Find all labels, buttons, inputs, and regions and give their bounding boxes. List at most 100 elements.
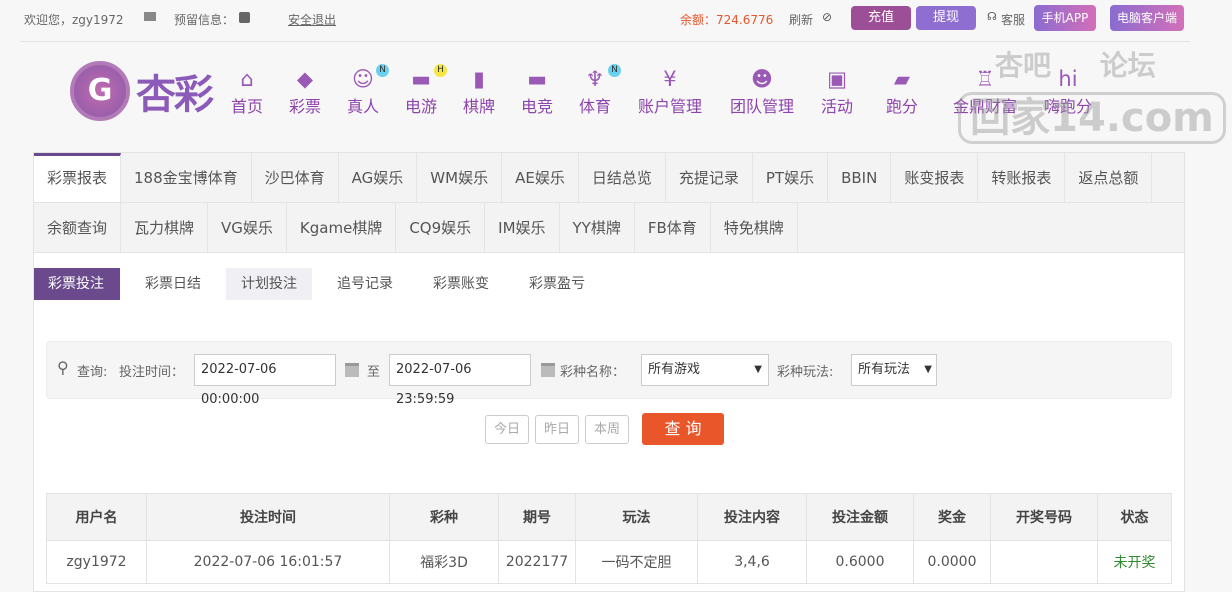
column-header: 状态	[1097, 493, 1172, 541]
nav-item-2[interactable]: ☺ N 真人	[346, 64, 390, 117]
report-tab[interactable]: PT娱乐	[753, 153, 829, 202]
sub-tab[interactable]: 彩票投注	[34, 268, 120, 300]
column-header: 投注金额	[806, 493, 914, 541]
welcome-text: 欢迎您，zgy1972	[24, 13, 124, 27]
pc-client-button[interactable]: 电脑客户端	[1110, 5, 1184, 31]
table-cell: 一码不定胆	[575, 540, 698, 584]
report-tab[interactable]: YY棋牌	[560, 203, 635, 252]
column-header: 彩种	[389, 493, 499, 541]
divider	[20, 41, 1190, 42]
report-tab[interactable]: AG娱乐	[339, 153, 418, 202]
report-tab[interactable]: WM娱乐	[417, 153, 503, 202]
report-tab[interactable]: CQ9娱乐	[396, 203, 486, 252]
report-tab[interactable]: 账变报表	[891, 153, 979, 202]
report-tab[interactable]: Kgame棋牌	[287, 203, 397, 252]
column-header: 投注时间	[146, 493, 390, 541]
nav-item-6[interactable]: ♆ N 体育	[578, 64, 622, 117]
badge-n: N	[376, 64, 390, 77]
gamepad-icon: ▬ H	[405, 64, 448, 92]
chevron-down-icon: ▼	[754, 364, 762, 375]
trophy-icon: ♆ N	[579, 64, 622, 92]
nav-item-0[interactable]: ⌂ 首页	[231, 66, 263, 117]
nav-item-10[interactable]: ▰ 跑分	[886, 66, 918, 117]
nav-label: 体育	[578, 97, 612, 116]
calendar-icon[interactable]	[345, 363, 359, 377]
report-tab[interactable]: VG娱乐	[208, 203, 287, 252]
today-button[interactable]: 今日	[485, 415, 529, 444]
report-tab[interactable]: AE娱乐	[502, 153, 579, 202]
nav-label: 真人	[346, 97, 380, 116]
report-tab[interactable]: 沙巴体育	[252, 153, 339, 202]
logo-emblem[interactable]: G	[70, 61, 130, 121]
report-tab[interactable]: 返点总额	[1065, 153, 1153, 202]
chevron-down-icon: ▼	[924, 364, 932, 375]
report-tab[interactable]: 余额查询	[34, 203, 122, 252]
report-tab[interactable]: 瓦力棋牌	[121, 203, 209, 252]
table-cell	[990, 540, 1098, 584]
logo-text: 杏彩	[136, 72, 214, 118]
nav-label: 团队管理	[729, 97, 795, 116]
yen-coin-icon: ¥	[663, 67, 677, 91]
withdraw-button[interactable]: 提现	[916, 6, 976, 30]
report-tabs-row2: 余额查询 瓦力棋牌 VG娱乐 Kgame棋牌 CQ9娱乐 IM娱乐 YY棋牌 FB体育 特免棋牌	[34, 203, 1184, 253]
sub-tab[interactable]: 计划投注	[226, 268, 312, 300]
nav-item-7[interactable]: ¥ 账户管理	[638, 66, 702, 117]
search-button[interactable]: 查 询	[642, 413, 724, 445]
report-tab[interactable]: IM娱乐	[485, 203, 560, 252]
this-week-button[interactable]: 本周	[585, 415, 629, 444]
report-tab[interactable]: 彩票报表	[34, 153, 122, 202]
ticket-icon: ◆	[296, 67, 314, 91]
recharge-button[interactable]: 充值	[851, 6, 911, 30]
report-tab[interactable]: FB体育	[635, 203, 711, 252]
nav-item-8[interactable]: ☻ 团队管理	[730, 66, 794, 117]
logout-link[interactable]: 安全退出	[288, 11, 336, 28]
column-header: 用户名	[46, 493, 147, 541]
report-tab[interactable]: 188金宝博体育	[121, 153, 252, 202]
mail-icon[interactable]	[144, 12, 156, 21]
sub-tab[interactable]: 追号记录	[322, 268, 408, 300]
home-icon: ⌂	[240, 67, 254, 91]
report-tab[interactable]: 特免棋牌	[711, 203, 798, 252]
yesterday-button[interactable]: 昨日	[535, 415, 579, 444]
query-label: 查询:	[77, 365, 108, 380]
nav-label: 账户管理	[637, 97, 703, 116]
nav-label: 棋牌	[462, 97, 496, 116]
time-label: 投注时间：	[119, 365, 185, 380]
hide-balance-icon[interactable]: ⊘	[822, 10, 832, 24]
end-time-input[interactable]: 2022-07-06 23:59:59	[389, 354, 531, 407]
game-select-value: 所有游戏	[648, 362, 701, 377]
report-tab[interactable]: BBIN	[828, 153, 892, 202]
nav-label: 跑分	[885, 97, 919, 116]
sub-tab[interactable]: 彩票日结	[130, 268, 216, 300]
to-label: 至	[367, 365, 381, 380]
bets-table: 用户名 投注时间 彩种 期号 玩法 投注内容 投注金额 奖金 开奖号码 状态 zgy1972 202…	[46, 493, 1172, 584]
sub-tab[interactable]: 彩票账变	[418, 268, 504, 300]
nav-item-5[interactable]: ▬ 电竞	[521, 66, 553, 117]
column-header: 开奖号码	[990, 493, 1098, 541]
nav-label: 活动	[820, 97, 854, 116]
service-link[interactable]: 客服	[1001, 11, 1025, 28]
column-header: 奖金	[913, 493, 991, 541]
mobile-app-button[interactable]: 手机APP	[1034, 5, 1096, 31]
nav-item-3[interactable]: ▬ H 电游	[404, 64, 448, 117]
play-select[interactable]: 所有玩法 ▼	[851, 354, 937, 386]
start-time-input[interactable]: 2022-07-06 00:00:00	[194, 354, 336, 407]
calendar-icon[interactable]	[541, 363, 555, 377]
headset-icon: ☊	[987, 10, 997, 23]
game-select[interactable]: 所有游戏 ▼	[641, 354, 769, 386]
nav-label: 电游	[404, 97, 438, 116]
edit-icon[interactable]	[239, 12, 250, 23]
nav-item-9[interactable]: ▣ 活动	[821, 66, 853, 117]
team-icon: ☻	[751, 67, 773, 91]
report-tab[interactable]: 日结总览	[579, 153, 666, 202]
report-tab[interactable]: 转账报表	[978, 153, 1066, 202]
sub-tab[interactable]: 彩票盈亏	[514, 268, 600, 300]
nav-item-1[interactable]: ◆ 彩票	[289, 66, 321, 117]
watermark-badge: 回家14.com	[958, 92, 1226, 144]
nav-item-4[interactable]: ▮ 棋牌	[463, 66, 495, 117]
balance-text: 余额：724.6776	[680, 13, 774, 27]
refresh-link[interactable]: 刷新	[789, 11, 813, 28]
table-row: zgy1972 2022-07-06 16:01:57 福彩3D 2022177 一码不…	[46, 540, 1172, 584]
report-tab[interactable]: 充提记录	[666, 153, 753, 202]
rhino-icon: ▰	[893, 67, 911, 91]
